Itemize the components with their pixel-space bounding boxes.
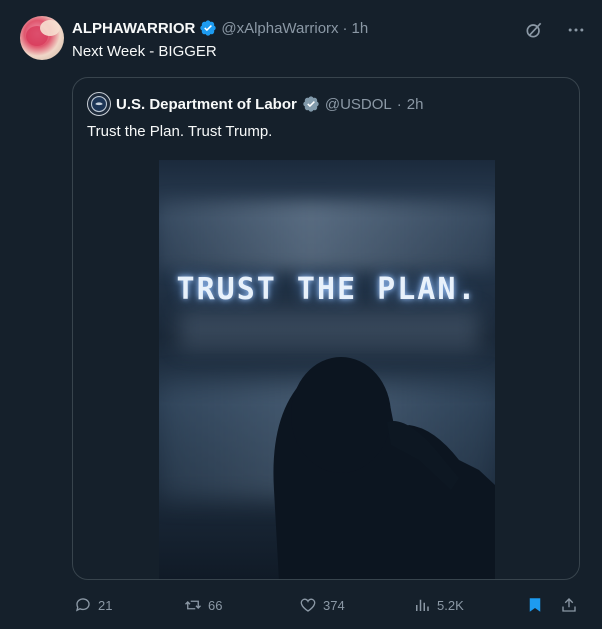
- quoted-text: Trust the Plan. Trust Trump.: [87, 123, 273, 140]
- view-count: 5.2K: [437, 597, 464, 613]
- views-icon: [416, 599, 429, 611]
- like-button[interactable]: 374: [299, 596, 345, 614]
- like-count: 374: [323, 597, 345, 613]
- retweet-count: 66: [208, 597, 223, 613]
- tweet-header: ALPHAWARRIOR @xAlphaWarriorx · 1h: [72, 19, 532, 37]
- user-handle[interactable]: @xAlphaWarriorx: [221, 20, 338, 37]
- quoted-media-image[interactable]: TRUST THE PLAN.: [159, 160, 495, 579]
- retweet-button[interactable]: 66: [184, 596, 222, 614]
- share-icon: [562, 598, 576, 612]
- more-icon[interactable]: [566, 20, 586, 40]
- top-right-actions: [524, 20, 586, 40]
- bookmark-button[interactable]: [526, 596, 544, 614]
- tweet-text: Next Week - BIGGER: [72, 43, 217, 60]
- quoted-header: U.S. Department of Labor @USDOL · 2h: [87, 92, 423, 116]
- quoted-display-name[interactable]: U.S. Department of Labor: [116, 96, 297, 113]
- saluting-silhouette: [273, 357, 495, 579]
- grok-icon[interactable]: [524, 20, 544, 40]
- display-name[interactable]: ALPHAWARRIOR: [72, 20, 195, 37]
- retweet-icon: [185, 600, 201, 610]
- reply-button[interactable]: 21: [74, 596, 112, 614]
- share-button[interactable]: [560, 596, 578, 614]
- quoted-separator-dot: ·: [396, 95, 402, 113]
- reply-count: 21: [98, 597, 113, 613]
- quoted-tweet-card[interactable]: U.S. Department of Labor @USDOL · 2h Tru…: [72, 77, 580, 580]
- quoted-avatar[interactable]: [87, 92, 111, 116]
- verified-badge-icon: [199, 19, 217, 37]
- views-button[interactable]: 5.2K: [413, 596, 464, 614]
- user-avatar[interactable]: [20, 16, 64, 60]
- quoted-handle[interactable]: @USDOL: [325, 96, 392, 113]
- separator-dot: ·: [342, 19, 348, 37]
- reply-icon: [75, 598, 90, 612]
- verified-gray-badge-icon: [302, 95, 320, 113]
- tweet-actions-bar: 21 66 374 5.2K: [72, 596, 584, 618]
- timestamp[interactable]: 1h: [352, 20, 369, 37]
- bookmark-icon: [529, 598, 541, 612]
- like-icon: [300, 598, 316, 612]
- quoted-timestamp[interactable]: 2h: [407, 96, 424, 113]
